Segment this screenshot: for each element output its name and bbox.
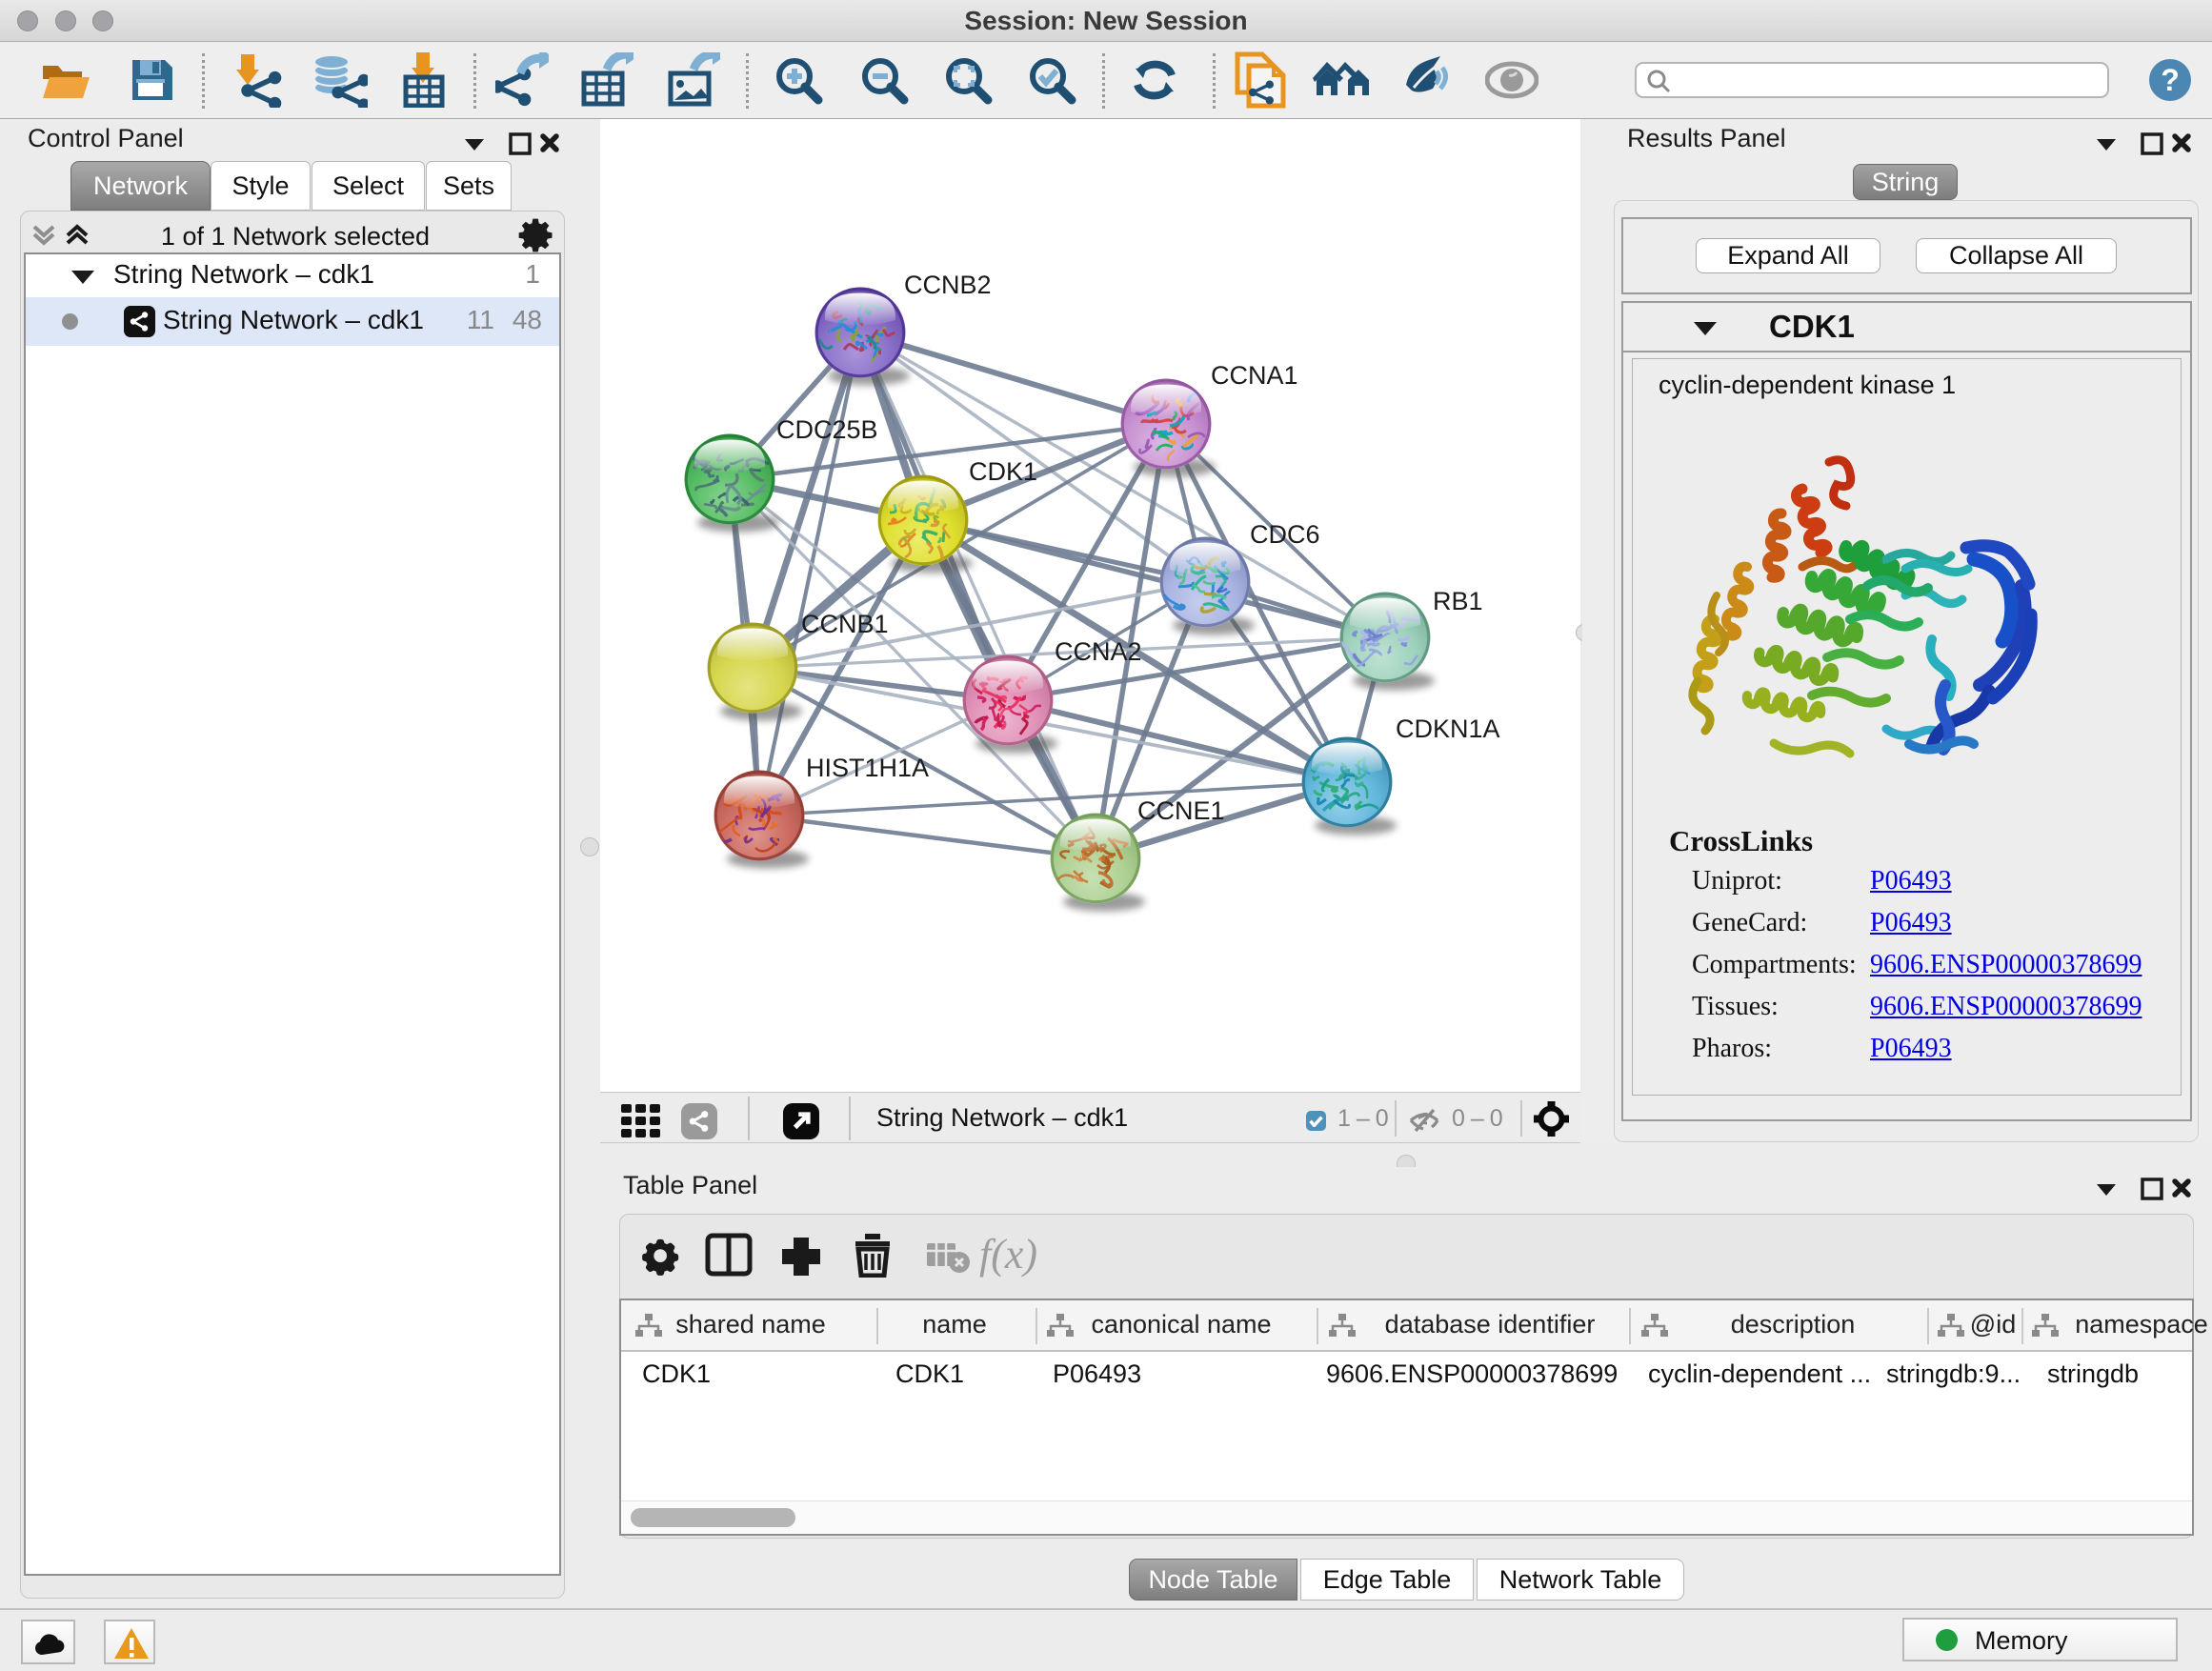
svg-text:CDKN1A: CDKN1A xyxy=(1396,715,1500,743)
svg-text:CDC25B: CDC25B xyxy=(776,415,878,444)
svg-text:CDK1: CDK1 xyxy=(969,457,1037,486)
svg-text:RB1: RB1 xyxy=(1433,587,1483,615)
svg-text:CCNA2: CCNA2 xyxy=(1055,637,1142,666)
svg-text:CDC6: CDC6 xyxy=(1250,520,1320,549)
svg-text:f(x): f(x) xyxy=(979,1232,1037,1278)
svg-text:CCNA1: CCNA1 xyxy=(1211,361,1298,390)
svg-text:CCNE1: CCNE1 xyxy=(1137,796,1225,825)
svg-text:HIST1H1A: HIST1H1A xyxy=(806,754,929,782)
svg-text:CCNB1: CCNB1 xyxy=(801,610,889,638)
svg-text:CCNB2: CCNB2 xyxy=(904,271,992,299)
